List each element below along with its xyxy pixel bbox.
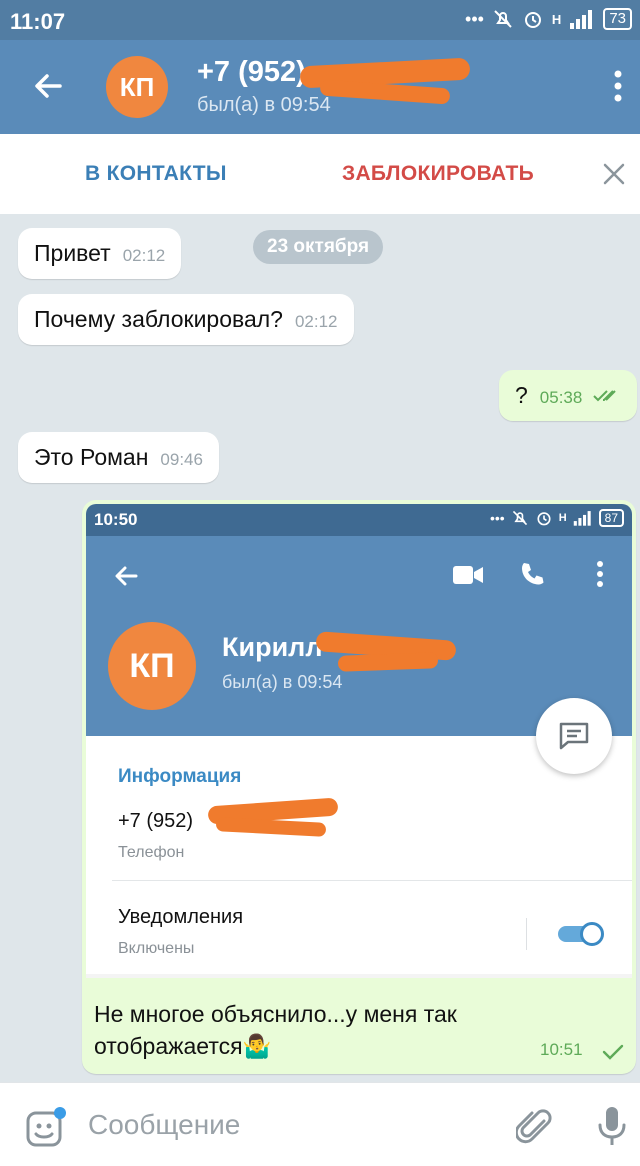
check-icon [602,1044,624,1060]
screenshot-status-bar: 10:50 ••• H 87 [86,504,632,536]
chat-bubble-icon [559,722,589,750]
status-icons: ••• H 73 [465,8,632,30]
close-icon[interactable] [600,160,628,188]
message-bubble[interactable]: Привет 02:12 [18,228,182,279]
redaction-scribble [319,79,451,105]
alarm-icon [537,512,551,526]
redaction-scribble [215,817,327,837]
arrow-left-icon [115,566,138,586]
chat-area[interactable]: 23 октября Привет 02:12 Почему заблокиров… [0,214,640,1082]
toggle-knob [580,922,604,946]
network-icon: H [551,11,562,27]
screenshot-status-time: 10:50 [94,510,138,529]
signal-icon [573,511,591,526]
message-text: Это Роман [34,444,149,470]
screenshot-status-icons: ••• H 87 [490,509,624,527]
redaction-scribble [337,652,439,672]
notifications-label: Уведомления [118,906,244,928]
caption-line: отображается🤷‍♂️ [94,1033,272,1059]
chat-header: КП +7 (952) был(а) в 09:54 [0,40,640,134]
sticker-icon[interactable] [26,1107,66,1147]
message-bubble[interactable]: Почему заблокировал? 02:12 [18,294,354,345]
message-time: 02:12 [122,246,166,265]
message-input-bar: Сообщение [0,1082,640,1166]
caption-line: Не многое объяснило...у меня так [94,1001,457,1027]
message-fab [536,698,612,774]
image-message-bubble[interactable]: 10:50 ••• H 87 КП Кирилл был(а) в 09:54 [82,500,636,1074]
microphone-icon[interactable] [596,1105,628,1147]
status-bar: 11:07 ••• H 73 [0,0,640,40]
message-time: 09:46 [160,450,203,469]
last-seen: был(а) в 09:54 [197,94,331,116]
message-text: Почему заблокировал? [34,306,283,332]
divider [526,918,527,950]
alarm-icon [524,12,541,28]
message-time: 02:12 [294,312,338,331]
phone-number: +7 (952) [118,810,194,832]
info-section-header: Информация [118,766,242,787]
embedded-screenshot[interactable]: 10:50 ••• H 87 КП Кирилл был(а) в 09:54 [86,504,632,978]
more-vertical-icon[interactable] [614,70,622,102]
message-text: Привет [34,240,111,266]
battery-icon: 87 [598,509,624,527]
screenshot-last-seen: был(а) в 09:54 [222,672,343,692]
divider [112,880,632,881]
message-input[interactable]: Сообщение [88,1109,240,1141]
date-chip: 23 октября [253,230,384,264]
chat-title[interactable]: +7 (952) [197,56,306,89]
signal-icon [570,10,593,29]
more-vertical-icon [597,561,603,587]
paperclip-icon[interactable] [516,1107,554,1147]
arrow-left-icon[interactable] [30,68,66,104]
mute-icon [494,10,512,28]
mute-icon [512,510,527,526]
image-caption: Не многое объяснило...у меня так отображ… [94,998,574,1062]
message-bubble[interactable]: Это Роман 09:46 [18,432,219,483]
battery-icon: 73 [603,8,632,30]
video-camera-icon [453,566,483,584]
dots-icon: ••• [489,510,505,526]
message-text: ? [515,382,528,408]
message-time: 10:51 [540,1040,583,1059]
message-time: 05:38 [539,388,583,407]
network-icon: H [558,512,567,524]
status-time: 11:07 [10,9,66,34]
screenshot-contact-name: Кирилл [222,632,323,662]
notifications-toggle [556,920,604,948]
message-bubble-outgoing[interactable]: ? 05:38 [499,370,637,421]
phone-icon [522,563,544,585]
add-contact-button[interactable]: В КОНТАКТЫ [85,162,227,186]
avatar[interactable]: КП [106,56,168,118]
dots-icon: ••• [465,8,484,29]
screenshot-avatar: КП [108,622,196,710]
block-button[interactable]: ЗАБЛОКИРОВАТЬ [342,162,534,186]
double-check-icon [593,390,616,402]
phone-label: Телефон [118,844,185,861]
notifications-state: Включены [118,940,195,957]
divider [86,974,632,978]
action-bar: В КОНТАКТЫ ЗАБЛОКИРОВАТЬ [0,134,640,214]
